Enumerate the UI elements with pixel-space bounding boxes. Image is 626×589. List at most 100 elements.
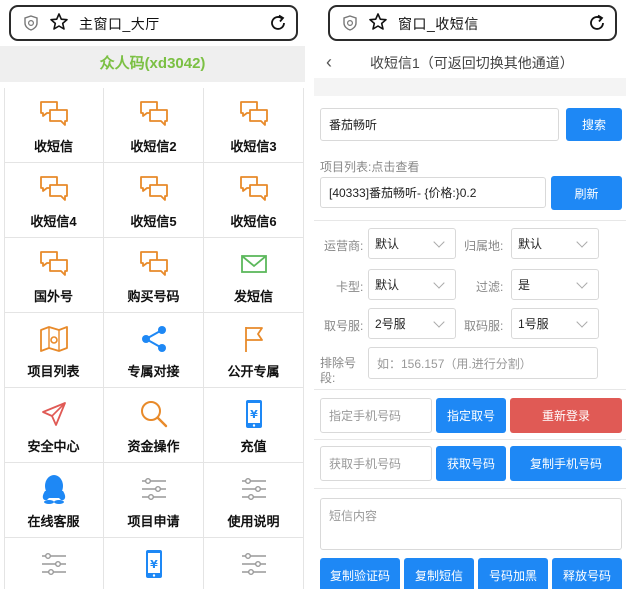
divider: [314, 439, 626, 440]
grid-item[interactable]: 专属对接: [104, 313, 204, 388]
sliders-icon: [142, 477, 166, 501]
relogin-button[interactable]: 重新登录: [510, 398, 622, 433]
grid-item-label: 公开专属: [227, 364, 280, 379]
grid-item[interactable]: ¥: [104, 538, 204, 589]
assign-number-button[interactable]: 指定取号: [436, 398, 506, 433]
sms-content-textarea[interactable]: 短信内容: [320, 498, 622, 550]
left-screen: 主窗口_大厅 众人码(xd3042) 收短信 收短信2 收短信3 收短信4 收短信5 收短…: [0, 0, 305, 589]
take-server-label: 取号服:: [324, 319, 364, 333]
grid-item[interactable]: 收短信3: [204, 88, 304, 163]
grid-item-label: 收短信: [33, 139, 73, 154]
project-list-label: 项目列表:点击查看: [320, 160, 420, 174]
search-input[interactable]: 番茄畅听: [320, 108, 559, 141]
region-value: 默认: [518, 237, 543, 251]
reload-icon[interactable]: [587, 13, 607, 33]
code-server-label: 取码服:: [464, 319, 504, 333]
copy-code-button[interactable]: 复制验证码: [320, 558, 400, 589]
assign-phone-input[interactable]: 指定手机号码: [320, 398, 432, 433]
right-screen: 窗口_收短信 ‹ 收短信1（可返回切换其他通道） 番茄畅听 搜索 项目列表:点击…: [314, 0, 626, 589]
copy-sms-button[interactable]: 复制短信: [404, 558, 474, 589]
grid-item-label: 安全中心: [27, 439, 80, 454]
envelope-icon: [241, 255, 267, 273]
filter-value: 是: [518, 278, 531, 292]
grid-item[interactable]: 发短信: [204, 238, 304, 313]
chat-icon: [40, 101, 68, 126]
grid-item-label: 购买号码: [127, 289, 180, 304]
account-header: 众人码(xd3042): [0, 46, 305, 82]
grid-item[interactable]: 收短信6: [204, 163, 304, 238]
grid-item-label: 国外号: [33, 289, 73, 304]
star-icon[interactable]: [49, 12, 69, 32]
star-icon[interactable]: [368, 12, 388, 32]
refresh-button[interactable]: 刷新: [551, 176, 622, 210]
grid-item[interactable]: 在线客服: [4, 463, 104, 538]
grid-item[interactable]: 使用说明: [204, 463, 304, 538]
search-icon: [141, 401, 168, 428]
cardtype-select[interactable]: 默认: [368, 269, 456, 300]
grid-item[interactable]: 国外号: [4, 238, 104, 313]
cardtype-value: 默认: [375, 278, 400, 292]
carrier-value: 默认: [375, 237, 400, 251]
carrier-select[interactable]: 默认: [368, 228, 456, 259]
chat-icon: [40, 251, 68, 276]
grid-item[interactable]: 安全中心: [4, 388, 104, 463]
grid-item[interactable]: 收短信4: [4, 163, 104, 238]
browser-toolbar: 窗口_收短信: [314, 0, 626, 46]
divider: [314, 488, 626, 489]
cardtype-label: 卡型:: [336, 280, 364, 294]
grid-item[interactable]: 公开专属: [204, 313, 304, 388]
grid-item[interactable]: 购买号码: [104, 238, 204, 313]
qq-icon: [42, 475, 66, 504]
url-text: 窗口_收短信: [398, 16, 479, 32]
grid-item[interactable]: ¥ 充值: [204, 388, 304, 463]
take-server-select[interactable]: 2号服: [368, 308, 456, 339]
chat-icon: [240, 176, 268, 201]
chat-icon: [140, 101, 168, 126]
grid-item[interactable]: 项目申请: [104, 463, 204, 538]
grid-item-label: 使用说明: [227, 514, 280, 529]
reload-icon[interactable]: [268, 13, 288, 33]
blacklist-number-button[interactable]: 号码加黑: [478, 558, 548, 589]
send-icon: [42, 402, 66, 426]
divider: [314, 389, 626, 390]
grid-item-label: 项目列表: [27, 364, 80, 379]
phone-yen-icon: ¥: [146, 550, 162, 578]
url-text: 主窗口_大厅: [79, 16, 160, 32]
chevron-down-icon: [576, 236, 588, 248]
get-number-button[interactable]: 获取号码: [436, 446, 506, 481]
chat-icon: [140, 176, 168, 201]
code-server-select[interactable]: 1号服: [511, 308, 599, 339]
phone-yen-icon: ¥: [246, 400, 262, 428]
grid-item[interactable]: 收短信: [4, 88, 104, 163]
release-number-button[interactable]: 释放号码: [552, 558, 622, 589]
url-bar[interactable]: 主窗口_大厅: [9, 5, 298, 41]
chat-icon: [240, 101, 268, 126]
sliders-icon: [242, 552, 266, 576]
region-select[interactable]: 默认: [511, 228, 599, 259]
grid-item-label: 收短信2: [130, 139, 177, 154]
grid-item[interactable]: 收短信2: [104, 88, 204, 163]
grid-item-label: 收短信3: [230, 139, 277, 154]
grid-item-label: 专属对接: [127, 364, 180, 379]
page-title: 收短信1（可返回切换其他通道）: [370, 55, 574, 71]
project-select[interactable]: [40333]番茄畅听- {价格:}0.2: [320, 177, 546, 208]
grid-item[interactable]: [204, 538, 304, 589]
back-arrow-icon[interactable]: ‹: [326, 53, 332, 71]
get-phone-input[interactable]: 获取手机号码: [320, 446, 432, 481]
grid-item[interactable]: 资金操作: [104, 388, 204, 463]
exclude-input[interactable]: 如：156.157（用.进行分割）: [368, 347, 598, 379]
url-bar[interactable]: 窗口_收短信: [328, 5, 617, 41]
chevron-down-icon: [433, 236, 445, 248]
copy-phone-button[interactable]: 复制手机号码: [510, 446, 622, 481]
grid-item[interactable]: 项目列表: [4, 313, 104, 388]
filter-select[interactable]: 是: [511, 269, 599, 300]
grid-item-label: 在线客服: [27, 514, 80, 529]
search-button[interactable]: 搜索: [566, 108, 622, 141]
sliders-icon: [42, 552, 66, 576]
grid-item[interactable]: 收短信5: [104, 163, 204, 238]
browser-toolbar: 主窗口_大厅: [0, 0, 305, 46]
map-icon: [40, 326, 68, 352]
exclude-label-2: 段:: [320, 371, 336, 385]
take-server-value: 2号服: [375, 317, 406, 331]
grid-item[interactable]: [4, 538, 104, 589]
